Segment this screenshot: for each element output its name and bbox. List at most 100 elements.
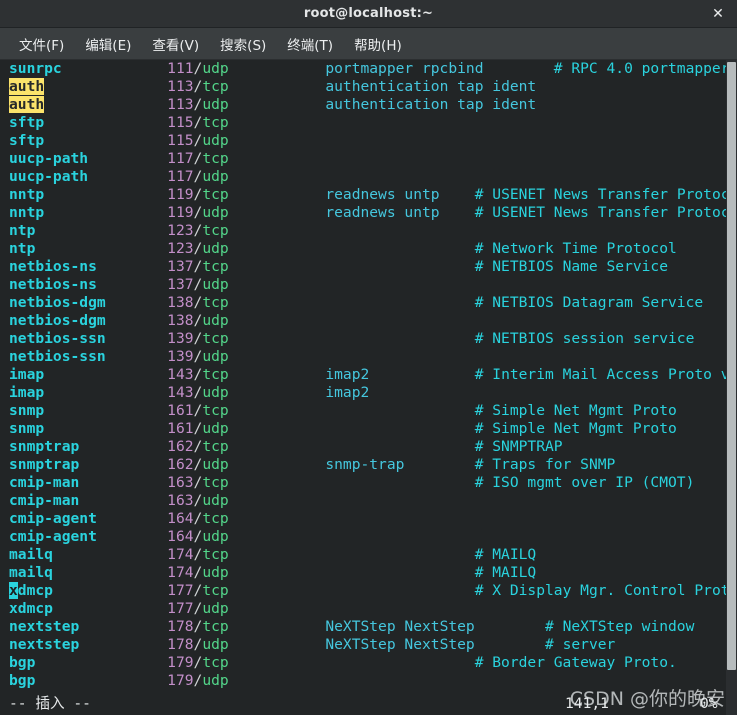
protocol: tcp xyxy=(202,330,229,347)
protocol: tcp xyxy=(202,654,229,671)
protocol: udp xyxy=(202,204,229,221)
port-number: 178 xyxy=(167,636,194,653)
terminal-line: sftp 115/udp xyxy=(9,132,229,149)
service-alias: snmp-trap xyxy=(325,456,405,473)
protocol: udp xyxy=(202,348,229,365)
port-number: 162 xyxy=(167,438,194,455)
port-number: 163 xyxy=(167,474,194,491)
protocol: tcp xyxy=(202,186,229,203)
port-number: 177 xyxy=(167,582,194,599)
service-alias: readnews untp xyxy=(325,186,440,203)
protocol: udp xyxy=(202,240,229,257)
protocol: udp xyxy=(202,564,229,581)
port-number: 161 xyxy=(167,402,194,419)
service-alias: readnews untp xyxy=(325,204,440,221)
menu-edit[interactable]: 编辑(E) xyxy=(78,32,138,56)
vim-status-line: -- 插入 -- 141,1 0% xyxy=(9,694,726,714)
port-number: 138 xyxy=(167,312,194,329)
port-number: 164 xyxy=(167,528,194,545)
terminal-text-area[interactable]: sunrpc 111/udp portmapper rpcbind # RPC … xyxy=(9,60,726,715)
close-icon[interactable]: ✕ xyxy=(709,5,727,23)
protocol: udp xyxy=(202,312,229,329)
service-name: cmip-agent xyxy=(9,510,97,527)
cursor-position-indicator: 141,1 xyxy=(565,695,609,712)
terminal-line: auth 113/udp authentication tap ident xyxy=(9,96,537,113)
line-comment: # Simple Net Mgmt Proto xyxy=(474,420,677,437)
terminal-line: xdmcp 177/tcp # X Display Mgr. Control P… xyxy=(9,582,726,600)
service-name: sftp xyxy=(9,132,45,149)
protocol: udp xyxy=(202,168,229,185)
port-number: 115 xyxy=(167,114,194,131)
terminal-line: mailq 174/tcp # MAILQ xyxy=(9,546,537,563)
protocol: udp xyxy=(202,492,229,509)
service-name: netbios-ns xyxy=(9,276,97,293)
menu-view[interactable]: 查看(V) xyxy=(145,32,206,56)
protocol: tcp xyxy=(202,366,229,383)
line-comment: # Border Gateway Proto. xyxy=(474,654,677,671)
service-alias: authentication tap ident xyxy=(325,78,537,95)
terminal-window: root@localhost:~ ✕ 文件(F) 编辑(E) 查看(V) 搜索(S) 终… xyxy=(0,0,737,715)
port-number: 119 xyxy=(167,186,194,203)
port-number: 138 xyxy=(167,294,194,311)
scrollbar-thumb[interactable] xyxy=(727,62,736,670)
port-number: 179 xyxy=(167,654,194,671)
service-name: imap xyxy=(9,366,45,383)
port-number: 117 xyxy=(167,150,194,167)
service-name: mailq xyxy=(9,546,53,563)
port-number: 123 xyxy=(167,222,194,239)
menu-file[interactable]: 文件(F) xyxy=(12,32,71,56)
menu-help[interactable]: 帮助(H) xyxy=(347,32,409,56)
service-name: snmp xyxy=(9,420,45,437)
protocol: udp xyxy=(202,60,229,77)
protocol: tcp xyxy=(202,438,229,455)
service-alias: authentication tap ident xyxy=(325,96,537,113)
service-name: snmptrap xyxy=(9,456,80,473)
service-name: mailq xyxy=(9,564,53,581)
terminal-line: nntp 119/udp readnews untp # USENET News… xyxy=(9,204,726,222)
line-comment: # Network Time Protocol xyxy=(474,240,677,257)
terminal-line: cmip-man 163/tcp # ISO mgmt over IP (CMO… xyxy=(9,474,695,491)
port-number: 139 xyxy=(167,330,194,347)
service-name: ntp xyxy=(9,222,36,239)
line-comment: # NeXTStep window xyxy=(545,618,695,635)
terminal-line: ntp 123/udp # Network Time Protocol xyxy=(9,240,677,257)
port-number: 137 xyxy=(167,276,194,293)
service-name: imap xyxy=(9,384,45,401)
line-comment: # X Display Mgr. Control Proto xyxy=(474,582,726,599)
port-number: 119 xyxy=(167,204,194,221)
line-comment: # MAILQ xyxy=(474,564,537,581)
service-alias: imap2 xyxy=(325,384,370,401)
line-comment: # NETBIOS Name Service xyxy=(474,258,668,275)
port-number: 115 xyxy=(167,132,194,149)
protocol: tcp xyxy=(202,258,229,275)
terminal-line: bgp 179/udp xyxy=(9,672,229,689)
terminal-line: snmptrap 162/udp snmp-trap # Traps for S… xyxy=(9,456,616,473)
protocol: udp xyxy=(202,528,229,545)
terminal-line: snmptrap 162/tcp # SNMPTRAP xyxy=(9,438,563,455)
port-number: 174 xyxy=(167,546,194,563)
search-match: auth xyxy=(9,96,45,113)
service-name: snmp xyxy=(9,402,45,419)
service-name: snmptrap xyxy=(9,438,80,455)
terminal-line: imap 143/tcp imap2 # Interim Mail Access… xyxy=(9,366,726,384)
protocol: udp xyxy=(202,96,229,113)
service-alias: imap2 xyxy=(325,366,370,383)
terminal-scrollbar[interactable] xyxy=(726,60,737,715)
terminal-left-margin xyxy=(0,60,8,715)
search-match: auth xyxy=(9,78,45,95)
menu-terminal[interactable]: 终端(T) xyxy=(280,32,340,56)
menu-search[interactable]: 搜索(S) xyxy=(213,32,273,56)
terminal-line: cmip-agent 164/udp xyxy=(9,528,229,545)
service-name: cmip-man xyxy=(9,492,80,509)
terminal-line: snmp 161/tcp # Simple Net Mgmt Proto xyxy=(9,402,677,419)
service-name: sunrpc xyxy=(9,60,62,77)
service-name: sftp xyxy=(9,114,45,131)
terminal-line: ntp 123/tcp xyxy=(9,222,229,239)
line-comment: # Simple Net Mgmt Proto xyxy=(474,402,677,419)
terminal-line: nextstep 178/tcp NeXTStep NextStep # NeX… xyxy=(9,618,695,635)
service-name: netbios-ssn xyxy=(9,348,106,365)
terminal-viewport[interactable]: sunrpc 111/udp portmapper rpcbind # RPC … xyxy=(0,60,737,715)
protocol: udp xyxy=(202,276,229,293)
line-comment: # USENET News Transfer Protocol xyxy=(474,186,726,203)
line-comment: # NETBIOS Datagram Service xyxy=(474,294,704,311)
